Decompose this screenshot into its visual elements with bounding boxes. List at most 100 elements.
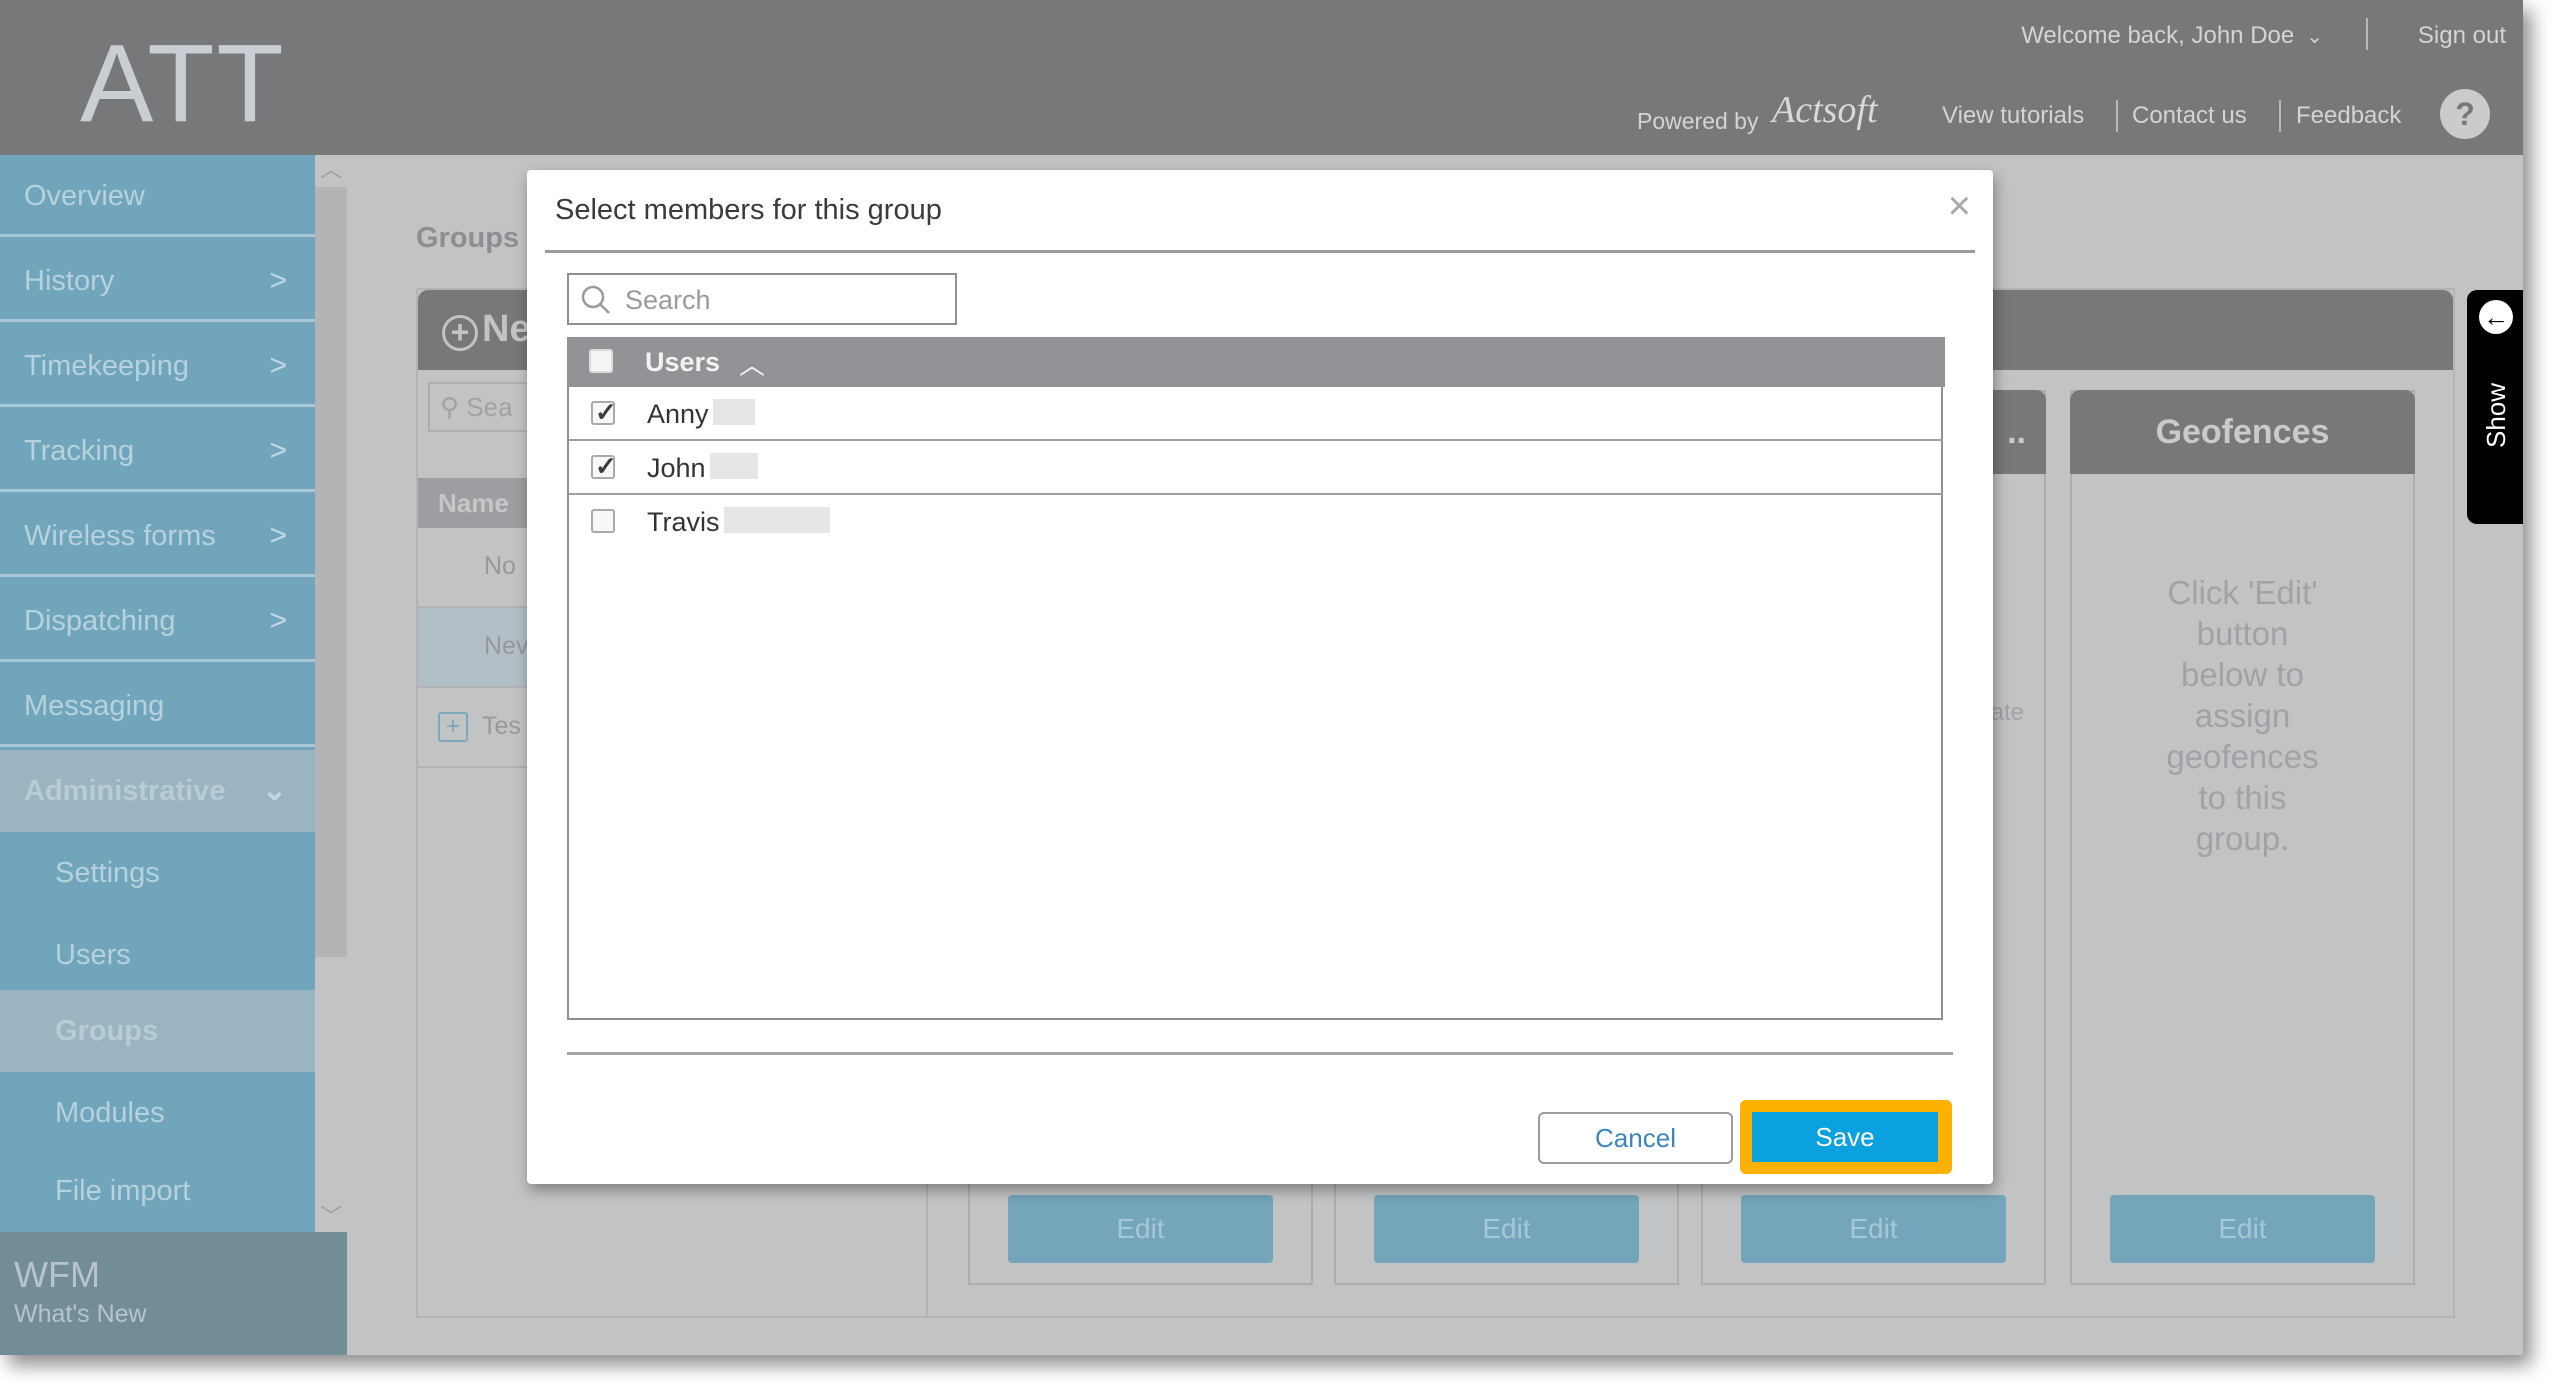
checkmark-icon: ✓ — [595, 451, 617, 481]
feedback-link[interactable]: Feedback — [2296, 102, 2401, 130]
sidebar-item-groups[interactable]: Groups — [0, 990, 315, 1072]
show-label: Show — [2481, 382, 2511, 448]
sidebar-item-label: Administrative — [24, 775, 226, 807]
save-button[interactable]: Save — [1752, 1112, 1938, 1162]
member-search-box[interactable] — [567, 273, 957, 325]
sidebar-item-file-import[interactable]: File import — [0, 1150, 315, 1232]
edit-button[interactable]: Edit — [2110, 1195, 2375, 1263]
user-menu[interactable]: Welcome back, John Doe ⌄ — [2021, 22, 2323, 50]
search-placeholder: Sea — [466, 392, 513, 422]
member-search-input[interactable] — [625, 281, 945, 319]
user-first-name: Travis — [647, 507, 720, 537]
sidebar-item-label: Groups — [55, 1015, 159, 1047]
sidebar-item-history[interactable]: History > — [0, 240, 315, 322]
redacted-surname — [712, 399, 755, 425]
sidebar-item-label: Modules — [55, 1097, 165, 1129]
close-icon[interactable]: × — [1948, 184, 1971, 229]
sign-out-link[interactable]: Sign out — [2418, 22, 2506, 50]
select-all-checkbox[interactable] — [589, 349, 613, 373]
redacted-surname — [709, 453, 758, 479]
new-group-label: Ne — [482, 308, 531, 350]
sidebar-item-settings[interactable]: Settings — [0, 832, 315, 914]
sidebar-item-label: Overview — [24, 180, 145, 212]
chevron-right-icon: > — [269, 519, 287, 552]
powered-by-label: Powered by — [1637, 108, 1759, 134]
chevron-right-icon: > — [269, 264, 287, 297]
sort-ascending-icon[interactable]: ︿ — [739, 345, 765, 382]
scroll-down-icon[interactable]: ﹀ — [315, 1202, 347, 1232]
sidebar-item-label: Wireless forms — [24, 520, 216, 552]
sidebar-item-label: Dispatching — [24, 605, 176, 637]
cancel-button[interactable]: Cancel — [1538, 1112, 1733, 1164]
scrollbar-thumb[interactable] — [315, 187, 347, 957]
user-first-name: Anny — [647, 399, 709, 429]
sidebar-item-wireless-forms[interactable]: Wireless forms > — [0, 495, 315, 577]
list-item-label: Nev — [484, 632, 529, 660]
welcome-text: Welcome back, John Doe — [2021, 22, 2295, 49]
checkmark-icon: ✓ — [595, 397, 617, 427]
edit-button[interactable]: Edit — [1741, 1195, 2006, 1263]
chevron-down-icon: ⌄ — [2306, 26, 2323, 48]
table-row[interactable]: ✓ Anny — [569, 387, 1943, 441]
search-icon: ⚲ — [440, 392, 467, 422]
edit-button[interactable]: Edit — [1374, 1195, 1639, 1263]
list-item-label: No — [484, 552, 516, 580]
search-icon — [581, 285, 610, 314]
sidebar-item-label: Settings — [55, 857, 160, 889]
chevron-right-icon: > — [269, 604, 287, 637]
list-item-label: Tes — [482, 712, 521, 740]
users-column-header[interactable]: Users — [645, 347, 720, 378]
sidebar-item-label: Messaging — [24, 690, 165, 722]
app-logo: ATT — [80, 22, 286, 145]
whats-new-panel[interactable]: WFM What's New — [0, 1232, 347, 1355]
users-table: Users ︿ ✓ Anny ✓ John Travis — [567, 337, 1945, 1020]
help-icon[interactable]: ? — [2440, 89, 2490, 139]
show-panel-tab[interactable]: ← Show — [2467, 290, 2523, 524]
geofences-hint: Click 'Edit' button below to assign geof… — [2166, 574, 2319, 857]
sidebar-scrollbar[interactable]: ︿ ﹀ — [315, 155, 347, 1232]
top-header: ATT Welcome back, John Doe ⌄ Sign out Pow… — [0, 0, 2523, 155]
redacted-surname — [723, 507, 830, 533]
user-name: Anny — [647, 399, 755, 430]
sidebar-item-messaging[interactable]: Messaging — [0, 665, 315, 747]
expand-plus-icon[interactable]: + — [438, 712, 468, 742]
table-header: Users ︿ — [567, 337, 1945, 387]
select-members-dialog: Select members for this group × Users ︿ … — [527, 170, 1993, 1184]
row-checkbox[interactable] — [591, 509, 615, 533]
sidebar-item-label: Users — [55, 939, 131, 971]
sidebar-item-modules[interactable]: Modules — [0, 1072, 315, 1154]
header-divider — [2116, 100, 2118, 132]
table-row[interactable]: ✓ John — [569, 441, 1943, 495]
chevron-right-icon: > — [269, 434, 287, 467]
table-row[interactable]: Travis — [569, 495, 1943, 549]
sidebar-item-label: Tracking — [24, 435, 135, 467]
header-divider — [2279, 100, 2281, 132]
save-button-highlight: Save — [1740, 1100, 1952, 1174]
view-tutorials-link[interactable]: View tutorials — [1942, 102, 2084, 130]
page-title: Groups — [416, 222, 520, 254]
dialog-title: Select members for this group — [555, 194, 942, 226]
row-checkbox[interactable]: ✓ — [591, 451, 617, 481]
arrow-left-icon: ← — [2479, 300, 2513, 334]
sidebar-item-label: Timekeeping — [24, 350, 189, 382]
wfm-title: WFM — [14, 1254, 100, 1295]
sidebar-section-administrative[interactable]: Administrative ⌄ — [0, 750, 315, 832]
geofences-title: Geofences — [2070, 390, 2415, 474]
sidebar-item-tracking[interactable]: Tracking > — [0, 410, 315, 492]
header-divider — [2366, 18, 2368, 50]
sidebar-item-dispatching[interactable]: Dispatching > — [0, 580, 315, 662]
sidebar: Overview History > Timekeeping > Tracking >… — [0, 155, 315, 1232]
scroll-up-icon[interactable]: ︿ — [315, 155, 347, 185]
sidebar-item-users[interactable]: Users — [0, 914, 315, 996]
row-checkbox[interactable]: ✓ — [591, 397, 617, 427]
new-group-button[interactable]: + Ne — [442, 308, 531, 351]
sidebar-item-label: File import — [55, 1175, 191, 1207]
contact-us-link[interactable]: Contact us — [2132, 102, 2247, 130]
divider — [545, 250, 1975, 253]
edit-button[interactable]: Edit — [1008, 1195, 1273, 1263]
chevron-down-icon: ⌄ — [261, 774, 287, 807]
sidebar-item-overview[interactable]: Overview — [0, 155, 315, 237]
whats-new-link[interactable]: What's New — [14, 1300, 333, 1329]
divider — [567, 1052, 1953, 1055]
sidebar-item-timekeeping[interactable]: Timekeeping > — [0, 325, 315, 407]
